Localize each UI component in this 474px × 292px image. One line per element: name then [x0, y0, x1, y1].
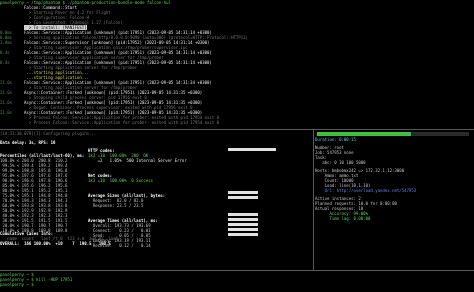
- masked-values-column: [228, 148, 308, 238]
- cumulative-overall: OVERALL: 166 100.00% +10 7 190.5 190.5: [0, 241, 111, 246]
- masked-value-bar: [228, 196, 258, 199]
- time-lag: Time lag: 0:00:00: [315, 216, 371, 221]
- prompt-line-3[interactable]: pavelperny ~ $: [0, 282, 474, 287]
- tank-stats-pane[interactable]: [14:31:38.079][I] Configuring plugins...…: [0, 131, 312, 269]
- log-message: ...: [24, 125, 34, 128]
- masked-value-bar: [228, 213, 258, 216]
- pane-divider-horizontal-bottom[interactable]: [0, 270, 474, 271]
- progress-bar: [317, 132, 469, 136]
- masked-value-bar: [228, 148, 276, 151]
- masked-value-bar: [228, 223, 258, 226]
- progress-bar-fill: [317, 132, 412, 136]
- tank-info-pane[interactable]: Duration: 0:00:15 Number: root Job: 5479…: [315, 131, 474, 269]
- terminal-window[interactable]: pavelperny ~ /tmp/phantom $ ./phantom-pr…: [0, 0, 474, 292]
- log-timestamp: [0, 125, 24, 128]
- cumulative-section: Cumulative Cases Info: name count last_r…: [0, 231, 310, 246]
- server-log-pane[interactable]: pavelperny ~ /tmp/phantom $ ./phantom-pr…: [0, 0, 474, 128]
- log-line: ...: [0, 125, 474, 128]
- shell-prompt-pane[interactable]: pavelperny ~ $ pavelperny ~ $ kill -HUP …: [0, 272, 474, 292]
- percentiles-section: Percentiles (all/last/last-60), ms: 100.…: [0, 153, 90, 233]
- pane-divider-horizontal[interactable]: [0, 129, 474, 130]
- server-log-lines: Falcon::Command::Start > Starting Rover …: [0, 5, 474, 128]
- masked-value-bar: [228, 218, 258, 221]
- pane-divider-vertical[interactable]: [313, 130, 314, 270]
- masked-value-bar: [228, 191, 258, 194]
- log-message: > Process Falcon::Service::Application f…: [24, 120, 220, 125]
